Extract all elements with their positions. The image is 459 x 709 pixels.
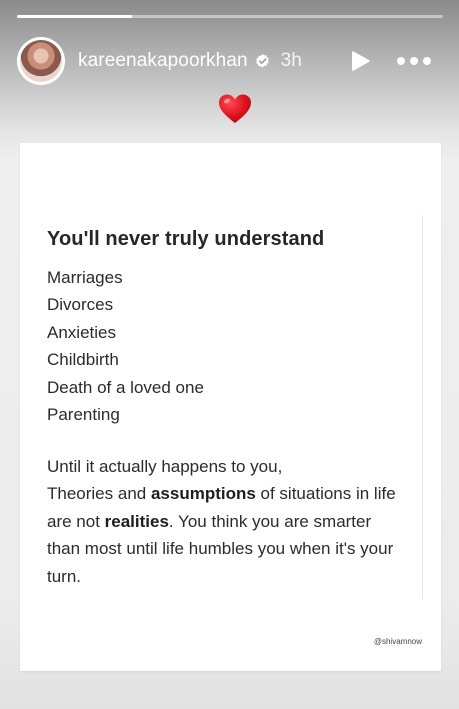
- more-dot: [397, 57, 405, 65]
- list-item: Childbirth: [47, 350, 119, 370]
- verified-badge-icon: [255, 53, 269, 68]
- list-item: Death of a loved one: [47, 377, 204, 397]
- body-paragraph: Until it actually happens to you, Theori…: [47, 453, 397, 590]
- card-divider: [422, 215, 423, 599]
- topics-list: Marriages Divorces Anxieties Childbirth …: [47, 264, 204, 428]
- more-dot: [423, 57, 431, 65]
- list-item: Marriages: [47, 268, 123, 287]
- paragraph-bold: realities: [104, 511, 169, 531]
- list-item: Anxieties: [47, 322, 116, 342]
- avatar[interactable]: [17, 37, 65, 85]
- story-header: kareenakapoorkhan 3h: [17, 37, 443, 85]
- author-credit: @shivamnow: [373, 637, 422, 646]
- quote-card: You'll never truly understand Marriages …: [20, 143, 441, 671]
- more-options-icon[interactable]: [397, 49, 431, 73]
- paragraph-text: Theories and: [47, 484, 151, 504]
- paragraph-line: Until it actually happens to you,: [47, 457, 283, 476]
- paragraph-bold: assumptions: [150, 484, 256, 504]
- avatar-image: [20, 40, 62, 82]
- more-dot: [410, 57, 418, 65]
- username[interactable]: kareenakapoorkhan: [78, 50, 248, 72]
- list-item: Divorces: [47, 295, 114, 315]
- story-progress-fill: [17, 15, 133, 18]
- story-view: kareenakapoorkhan 3h You'll never truly: [0, 0, 459, 709]
- story-progress-bar: [17, 15, 443, 18]
- red-heart-emoji[interactable]: [218, 93, 252, 125]
- post-time: 3h: [280, 50, 302, 71]
- list-item: Parenting: [47, 405, 120, 425]
- card-title: You'll never truly understand: [47, 228, 325, 250]
- play-icon[interactable]: [348, 49, 372, 73]
